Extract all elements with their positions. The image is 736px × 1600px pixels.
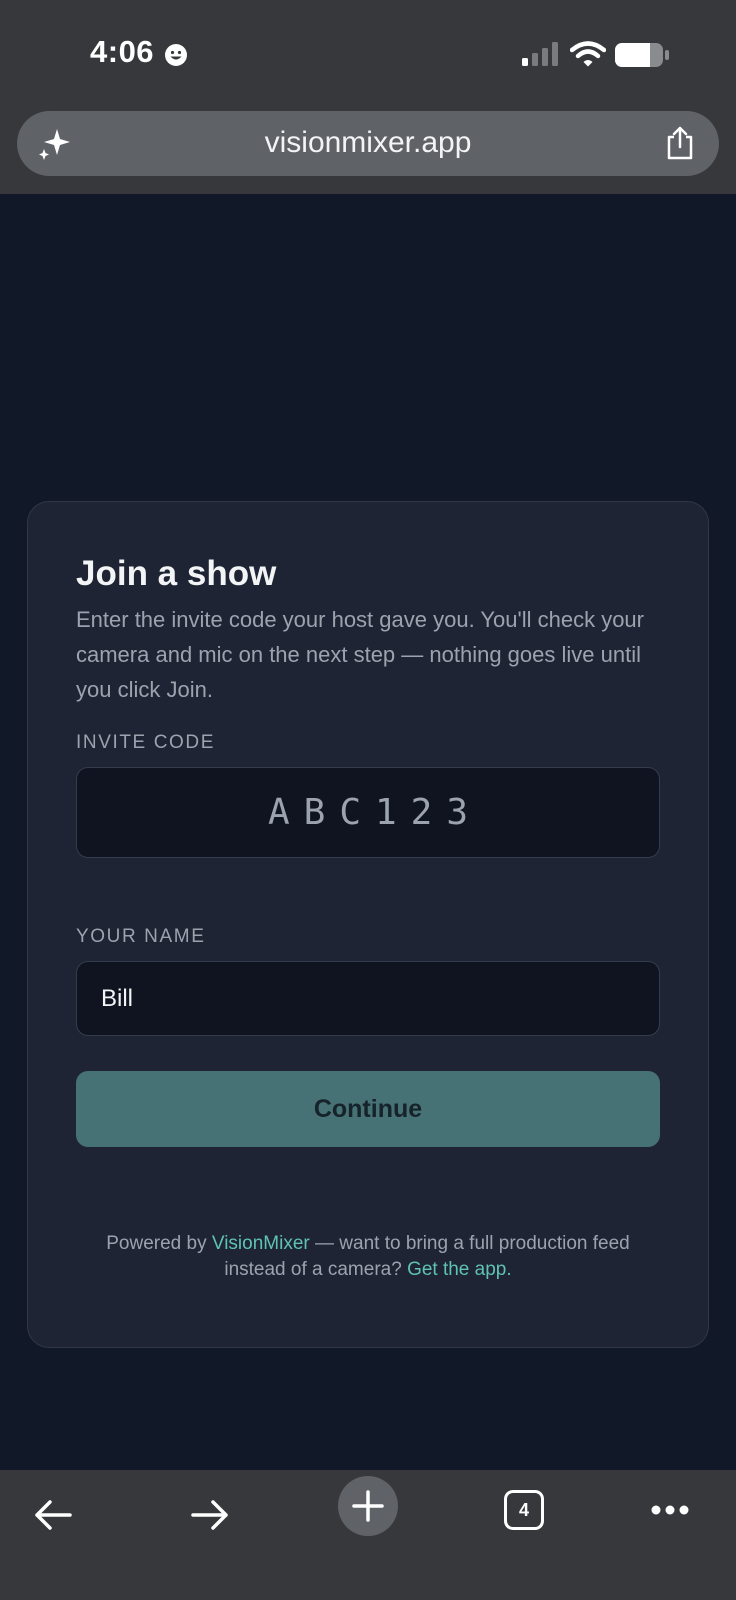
- continue-button[interactable]: Continue: [76, 1071, 660, 1147]
- share-icon[interactable]: [665, 125, 695, 161]
- phone-screen: 4:06 visionmixer.app Join a show Enter t…: [0, 0, 736, 1600]
- browser-toolbar: 4: [0, 1470, 736, 1600]
- footer-prefix: Powered by: [106, 1233, 212, 1254]
- status-time: 4:06: [90, 34, 155, 69]
- get-the-app-link[interactable]: Get the app.: [407, 1259, 512, 1280]
- powered-by-note: Powered by VisionMixer — want to bring a…: [76, 1231, 660, 1283]
- card-title: Join a show: [76, 554, 277, 593]
- card-description: Enter the invite code your host gave you…: [76, 607, 644, 702]
- invite-code-label: INVITE CODE: [76, 732, 216, 753]
- status-bar: 4:06: [0, 0, 736, 104]
- url-text[interactable]: visionmixer.app: [17, 126, 719, 160]
- tabs-button[interactable]: 4: [504, 1490, 544, 1530]
- visionmixer-link[interactable]: VisionMixer: [212, 1233, 310, 1254]
- page-content: Join a show Enter the invite code your h…: [0, 194, 736, 1470]
- cellular-signal-icon: [522, 42, 558, 66]
- invite-code-input[interactable]: ABC123: [76, 767, 660, 858]
- new-tab-button[interactable]: [338, 1476, 398, 1536]
- wifi-icon: [570, 41, 606, 67]
- forward-arrow-icon[interactable]: [189, 1494, 231, 1536]
- your-name-label: YOUR NAME: [76, 926, 206, 947]
- battery-icon: [615, 43, 669, 67]
- address-bar[interactable]: visionmixer.app: [17, 111, 719, 176]
- plus-icon: [352, 1490, 384, 1522]
- browser-address-area: visionmixer.app: [0, 104, 736, 194]
- more-options-icon[interactable]: [650, 1504, 690, 1516]
- your-name-input[interactable]: Bill: [76, 961, 660, 1036]
- smiley-icon: [165, 44, 187, 66]
- back-arrow-icon[interactable]: [32, 1494, 74, 1536]
- join-card: Join a show Enter the invite code your h…: [27, 501, 709, 1348]
